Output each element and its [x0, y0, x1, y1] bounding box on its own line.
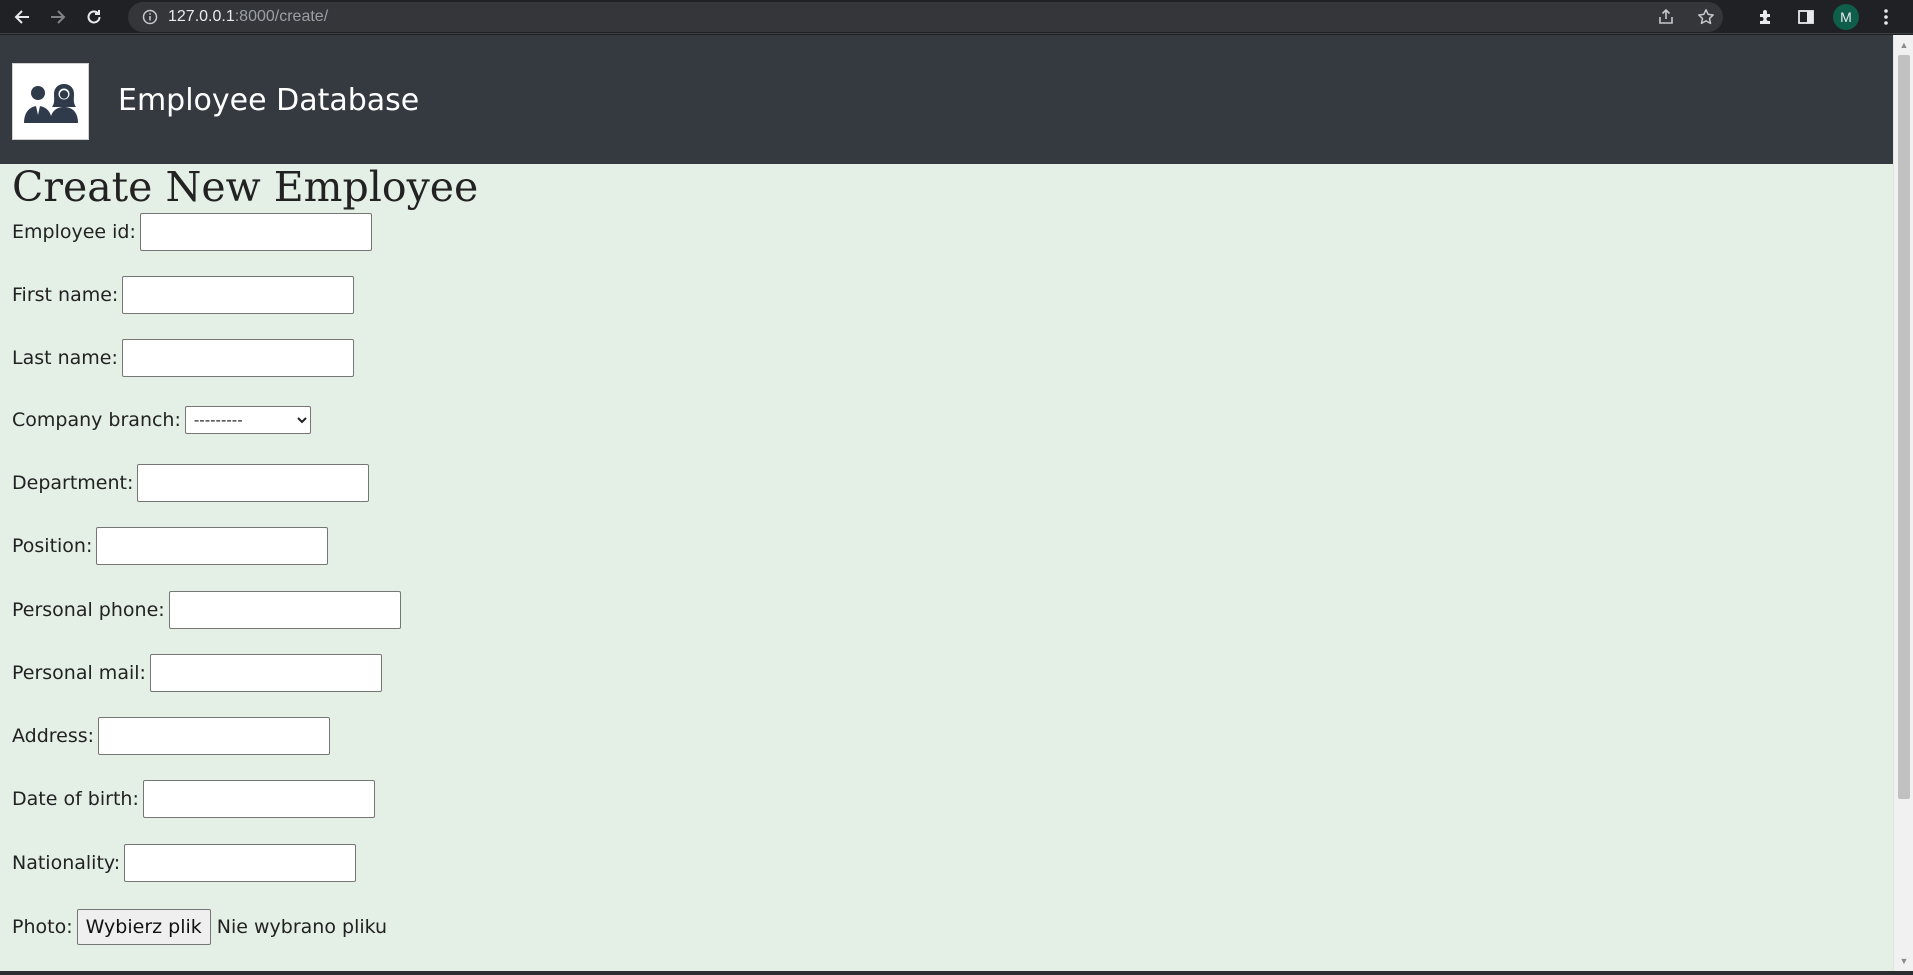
forward-button[interactable] — [40, 0, 76, 34]
logo[interactable] — [12, 63, 89, 140]
file-status-text: Nie wybrano pliku — [216, 916, 388, 938]
first-name-label: First name: — [12, 284, 119, 306]
company-branch-select[interactable]: --------- — [184, 406, 311, 434]
more-menu-icon[interactable] — [1873, 4, 1899, 30]
personal-phone-label: Personal phone: — [12, 599, 165, 621]
side-panel-icon[interactable] — [1793, 4, 1819, 30]
profile-avatar[interactable]: M — [1833, 4, 1859, 30]
scroll-up-arrow-icon[interactable]: ▲ — [1894, 37, 1913, 53]
date-of-birth-label: Date of birth: — [12, 788, 139, 810]
address-label: Address: — [12, 725, 95, 747]
nationality-label: Nationality: — [12, 852, 121, 874]
site-info-icon[interactable] — [142, 9, 158, 25]
form-row-photo: Photo: Wybierz plik Nie wybrano pliku — [12, 908, 387, 946]
date-of-birth-input[interactable] — [142, 780, 375, 818]
extensions-puzzle-icon[interactable] — [1753, 4, 1779, 30]
reload-icon — [87, 9, 101, 23]
form-row-last-name: Last name: — [12, 339, 354, 377]
company-branch-label: Company branch: — [12, 409, 181, 431]
form-row-personal-phone: Personal phone: — [12, 591, 401, 629]
form-row-address: Address: — [12, 717, 331, 755]
last-name-input[interactable] — [121, 339, 354, 377]
form-row-date-of-birth: Date of birth: — [12, 780, 375, 818]
personal-phone-input[interactable] — [168, 591, 401, 629]
employee-id-input[interactable] — [139, 213, 372, 251]
form-row-position: Position: — [12, 527, 329, 565]
window-bottom-edge — [0, 971, 1913, 975]
url-host: 127.0.0.1 — [168, 8, 235, 25]
forward-arrow-icon — [51, 9, 66, 24]
vertical-scrollbar[interactable]: ▲ ▼ — [1893, 35, 1913, 971]
browser-toolbar: 127.0.0.1:8000/create/ M — [0, 0, 1913, 34]
form-row-nationality: Nationality: — [12, 844, 357, 882]
position-input[interactable] — [96, 527, 329, 565]
form-row-first-name: First name: — [12, 276, 355, 314]
choose-file-button[interactable]: Wybierz plik — [76, 909, 211, 945]
department-label: Department: — [12, 472, 134, 494]
scroll-down-arrow-icon[interactable]: ▼ — [1894, 953, 1913, 969]
form-row-company-branch: Company branch: --------- — [12, 401, 311, 439]
position-label: Position: — [12, 535, 93, 557]
form-row-personal-mail: Personal mail: — [12, 654, 382, 692]
nationality-input[interactable] — [124, 844, 357, 882]
address-bar[interactable]: 127.0.0.1:8000/create/ — [128, 2, 1723, 32]
last-name-label: Last name: — [12, 347, 118, 369]
scroll-thumb[interactable] — [1898, 55, 1910, 799]
employee-id-label: Employee id: — [12, 221, 136, 243]
url-path: :8000/create/ — [234, 8, 329, 25]
personal-mail-label: Personal mail: — [12, 662, 146, 684]
personal-mail-input[interactable] — [149, 654, 382, 692]
first-name-input[interactable] — [122, 276, 355, 314]
employees-icon — [23, 83, 78, 123]
address-input[interactable] — [98, 717, 331, 755]
share-icon[interactable] — [1657, 8, 1675, 26]
photo-label: Photo: — [12, 916, 73, 938]
site-title[interactable]: Employee Database — [118, 83, 419, 118]
page-viewport: Employee Database Create New Employee Em… — [0, 35, 1893, 971]
back-button[interactable] — [4, 0, 40, 34]
site-header: Employee Database — [0, 35, 1893, 164]
department-input[interactable] — [137, 464, 370, 502]
form-row-department: Department: — [12, 464, 370, 502]
bookmark-star-icon[interactable] — [1697, 8, 1715, 26]
reload-button[interactable] — [76, 0, 112, 34]
form-row-employee-id: Employee id: — [12, 213, 372, 251]
back-arrow-icon — [14, 9, 29, 24]
page-title: Create New Employee — [12, 163, 479, 211]
